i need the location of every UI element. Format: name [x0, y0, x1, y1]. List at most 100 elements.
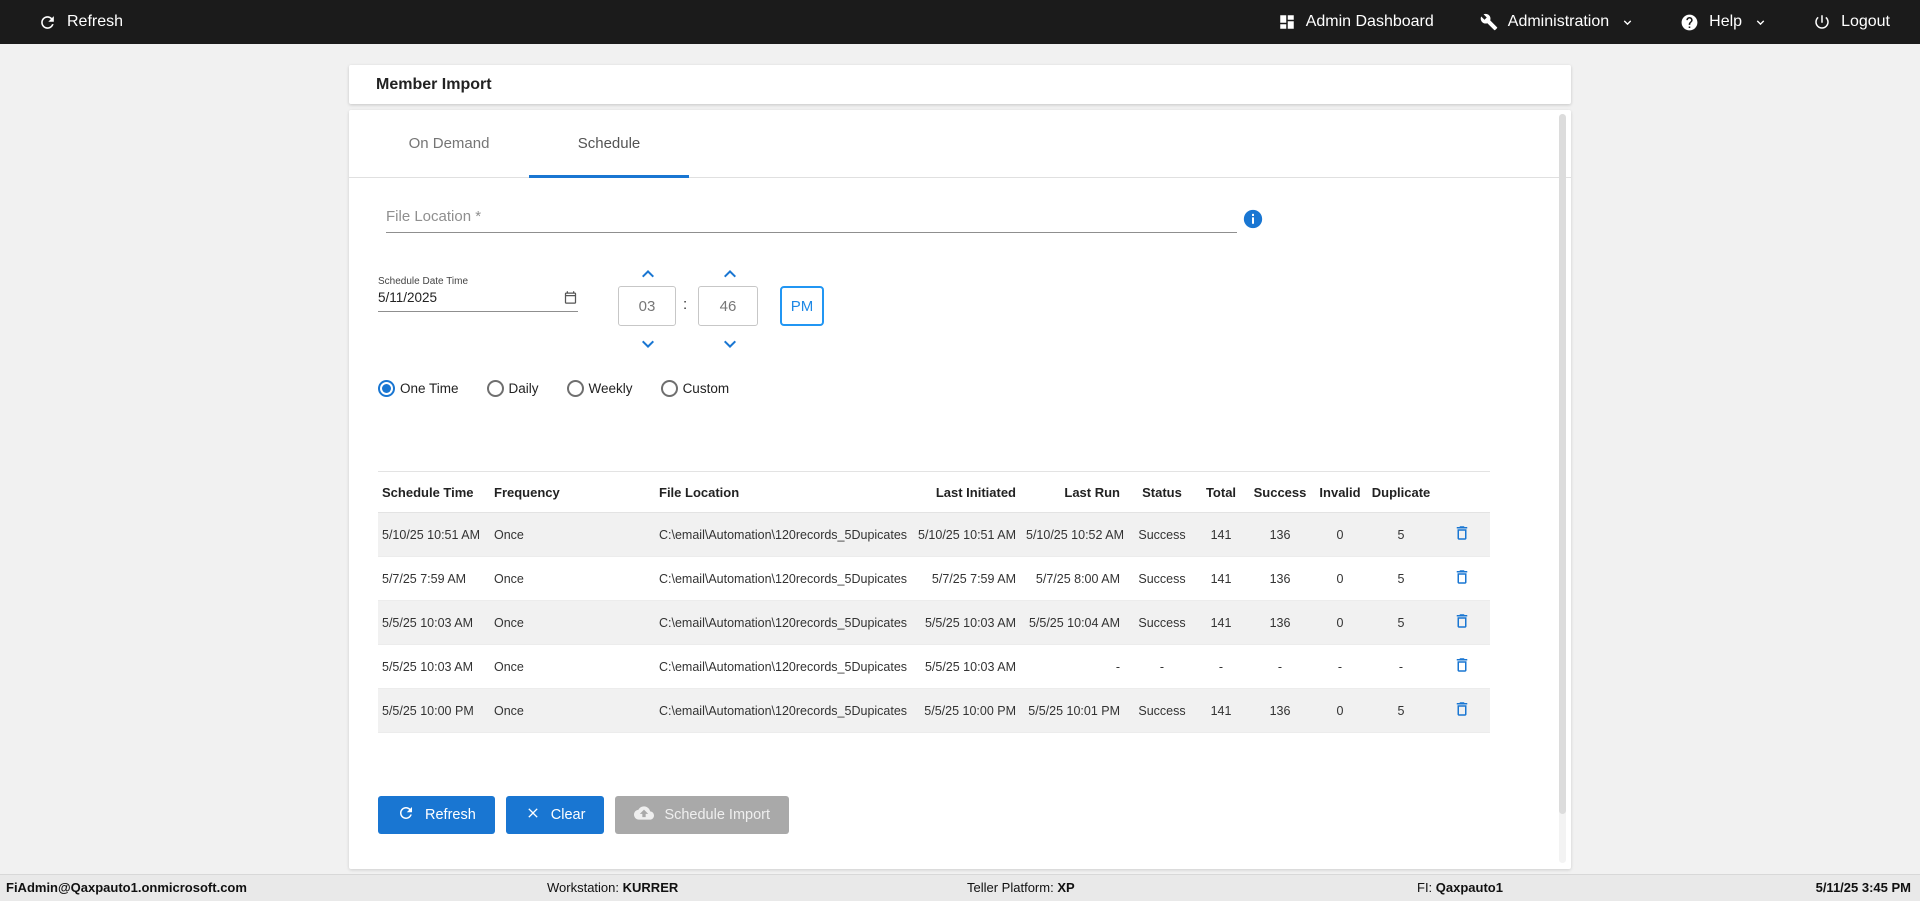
help-menu[interactable]: Help: [1680, 13, 1767, 32]
radio-unselected-icon: [661, 380, 678, 397]
frequency-radio-custom[interactable]: Custom: [661, 380, 730, 397]
scrollbar[interactable]: [1559, 114, 1566, 863]
scrollbar-thumb[interactable]: [1559, 114, 1566, 814]
clear-button-label: Clear: [551, 807, 586, 823]
refresh-button[interactable]: Refresh: [378, 796, 495, 834]
table-header-row: Schedule Time Frequency File Location La…: [378, 471, 1490, 513]
cell-total: -: [1194, 660, 1248, 674]
cell-schedule-time: 5/5/25 10:03 AM: [378, 616, 490, 630]
radio-label: Custom: [683, 381, 730, 396]
delete-row-button[interactable]: [1453, 568, 1471, 586]
hour-decrement-button[interactable]: [636, 332, 660, 356]
radio-selected-icon: [378, 380, 395, 397]
header-schedule-time: Schedule Time: [378, 485, 490, 500]
topbar-left: Refresh: [38, 13, 123, 32]
delete-row-button[interactable]: [1453, 656, 1471, 674]
chevron-down-icon: [1754, 16, 1767, 29]
minute-decrement-button[interactable]: [718, 332, 742, 356]
cell-status: Success: [1130, 704, 1194, 718]
table-row: 5/5/25 10:00 PM Once C:\email\Automation…: [378, 689, 1490, 733]
table-body: 5/10/25 10:51 AM Once C:\email\Automatio…: [378, 513, 1490, 733]
radio-label: Daily: [509, 381, 539, 396]
calendar-picker-button[interactable]: [563, 290, 578, 305]
close-icon: [525, 805, 541, 825]
cell-last-initiated: 5/5/25 10:03 AM: [908, 616, 1026, 630]
cell-frequency: Once: [490, 528, 655, 542]
cell-success: 136: [1248, 528, 1312, 542]
chevron-down-icon: [1621, 16, 1634, 29]
cell-status: Success: [1130, 528, 1194, 542]
cell-total: 141: [1194, 572, 1248, 586]
schedule-import-button-label: Schedule Import: [664, 807, 770, 823]
header-duplicate: Duplicate: [1368, 485, 1434, 500]
cell-success: 136: [1248, 572, 1312, 586]
cell-success: 136: [1248, 616, 1312, 630]
delete-row-button[interactable]: [1453, 612, 1471, 630]
workstation-label: Workstation:: [547, 880, 619, 895]
info-button[interactable]: [1242, 208, 1264, 230]
cloud-upload-icon: [634, 803, 654, 827]
trash-icon: [1453, 530, 1471, 545]
cell-last-initiated: 5/5/25 10:03 AM: [908, 660, 1026, 674]
file-location-input[interactable]: [386, 204, 1237, 233]
administration-menu[interactable]: Administration: [1480, 13, 1634, 31]
cell-frequency: Once: [490, 660, 655, 674]
schedule-date-input[interactable]: [378, 290, 528, 305]
top-navigation-bar: Refresh Admin Dashboard Administration H…: [0, 0, 1920, 44]
schedule-import-button[interactable]: Schedule Import: [615, 796, 789, 834]
logged-in-user: FiAdmin@Qaxpauto1.onmicrosoft.com: [6, 875, 247, 901]
admin-dashboard-button[interactable]: Admin Dashboard: [1278, 13, 1434, 31]
hour-increment-button[interactable]: [636, 262, 660, 286]
header-last-initiated: Last Initiated: [908, 485, 1026, 500]
frequency-radio-one-time[interactable]: One Time: [378, 380, 459, 397]
delete-row-button[interactable]: [1453, 524, 1471, 542]
refresh-button-label: Refresh: [425, 807, 476, 823]
trash-icon: [1453, 618, 1471, 633]
cell-duplicate: 5: [1368, 528, 1434, 542]
table-row: 5/5/25 10:03 AM Once C:\email\Automation…: [378, 601, 1490, 645]
cell-duplicate: 5: [1368, 572, 1434, 586]
status-bar: FiAdmin@Qaxpauto1.onmicrosoft.com Workst…: [0, 874, 1920, 901]
cell-file-location: C:\email\Automation\120records_5Dupicate…: [655, 704, 908, 718]
calendar-icon: [563, 293, 578, 308]
administration-label: Administration: [1508, 13, 1609, 31]
fi-label: FI:: [1417, 880, 1432, 895]
trash-icon: [1453, 574, 1471, 589]
teller-platform-info: Teller Platform: XP: [967, 875, 1075, 901]
cell-total: 141: [1194, 704, 1248, 718]
minute-increment-button[interactable]: [718, 262, 742, 286]
cell-success: -: [1248, 660, 1312, 674]
cell-status: Success: [1130, 616, 1194, 630]
frequency-radio-daily[interactable]: Daily: [487, 380, 539, 397]
minute-input[interactable]: [698, 286, 758, 326]
help-icon: [1680, 13, 1699, 32]
cell-last-run: 5/5/25 10:01 PM: [1026, 704, 1130, 718]
dashboard-icon: [1278, 13, 1296, 31]
hour-input[interactable]: [618, 286, 676, 326]
radio-unselected-icon: [487, 380, 504, 397]
status-datetime: 5/11/25 3:45 PM: [1816, 875, 1911, 901]
power-icon: [1813, 13, 1831, 31]
wrench-icon: [1480, 13, 1498, 31]
header-last-run: Last Run: [1026, 485, 1130, 500]
cell-schedule-time: 5/10/25 10:51 AM: [378, 528, 490, 542]
chevron-down-icon: [636, 344, 660, 359]
topbar-refresh-button[interactable]: Refresh: [38, 13, 123, 32]
cell-total: 141: [1194, 616, 1248, 630]
tab-schedule[interactable]: Schedule: [529, 110, 689, 177]
header-frequency: Frequency: [490, 485, 655, 500]
logout-button[interactable]: Logout: [1813, 13, 1890, 31]
delete-row-button[interactable]: [1453, 700, 1471, 718]
cell-invalid: 0: [1312, 572, 1368, 586]
cell-duplicate: 5: [1368, 704, 1434, 718]
meridiem-toggle[interactable]: PM: [780, 286, 824, 326]
radio-label: Weekly: [589, 381, 633, 396]
clear-button[interactable]: Clear: [506, 796, 605, 834]
cell-last-run: 5/7/25 8:00 AM: [1026, 572, 1130, 586]
teller-platform-label: Teller Platform:: [967, 880, 1054, 895]
cell-file-location: C:\email\Automation\120records_5Dupicate…: [655, 528, 908, 542]
cell-schedule-time: 5/5/25 10:03 AM: [378, 660, 490, 674]
tab-on-demand[interactable]: On Demand: [369, 110, 529, 177]
cell-file-location: C:\email\Automation\120records_5Dupicate…: [655, 616, 908, 630]
frequency-radio-weekly[interactable]: Weekly: [567, 380, 633, 397]
